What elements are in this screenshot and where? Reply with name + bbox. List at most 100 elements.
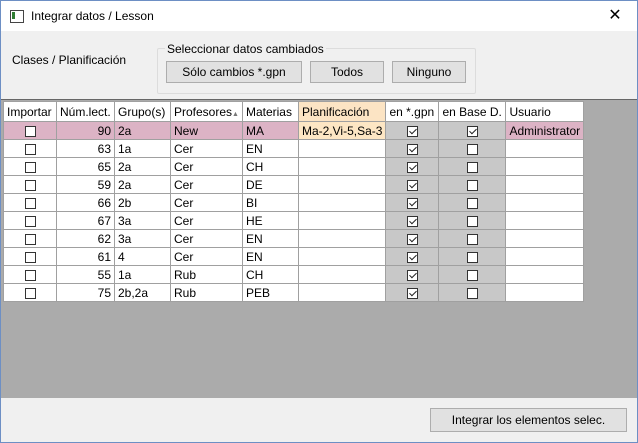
integrate-button[interactable]: Integrar los elementos selec. <box>430 408 627 432</box>
importar-checkbox[interactable] <box>24 197 36 209</box>
planificacion-cell[interactable] <box>297 265 387 284</box>
num-lect-cell[interactable]: 61 <box>56 247 115 266</box>
grupo-cell[interactable]: 1a <box>114 139 171 158</box>
data-grid[interactable]: Importar Núm.lect. Grupo(s) Profesores▲ … <box>1 99 637 398</box>
en-base-cell[interactable] <box>438 247 507 266</box>
col-num-lect[interactable]: Núm.lect. <box>56 101 115 122</box>
table-row[interactable]: 62 3a Cer EN <box>3 229 585 248</box>
col-grupos[interactable]: Grupo(s) <box>114 101 171 122</box>
importar-cell[interactable] <box>3 193 57 212</box>
num-lect-cell[interactable]: 62 <box>56 229 115 248</box>
importar-cell[interactable] <box>3 175 57 194</box>
num-lect-cell[interactable]: 66 <box>56 193 115 212</box>
grupo-cell[interactable]: 1a <box>114 265 171 284</box>
all-button[interactable]: Todos <box>310 61 384 83</box>
importar-checkbox[interactable] <box>24 161 36 173</box>
none-button[interactable]: Ninguno <box>392 61 466 83</box>
grupo-cell[interactable]: 3a <box>114 211 171 230</box>
materia-cell[interactable]: CH <box>241 157 299 176</box>
usuario-cell[interactable] <box>505 157 585 176</box>
table-row[interactable]: 66 2b Cer BI <box>3 193 585 212</box>
grupo-cell[interactable]: 3a <box>114 229 171 248</box>
col-en-base[interactable]: en Base D. <box>438 101 507 122</box>
profesor-cell[interactable]: Cer <box>170 247 243 266</box>
en-gpn-cell[interactable] <box>385 229 440 248</box>
en-gpn-cell[interactable] <box>385 211 440 230</box>
col-usuario[interactable]: Usuario <box>505 101 585 122</box>
importar-cell[interactable] <box>3 139 57 158</box>
usuario-cell[interactable] <box>505 229 585 248</box>
en-base-cell[interactable] <box>438 157 507 176</box>
en-base-cell[interactable] <box>438 265 507 284</box>
importar-checkbox[interactable] <box>24 215 36 227</box>
importar-checkbox[interactable] <box>24 251 36 263</box>
en-base-cell[interactable] <box>438 211 507 230</box>
table-row[interactable]: 90 2a New MA Ma-2,Vi-5,Sa-3 Administrator <box>3 121 585 140</box>
materia-cell[interactable]: BI <box>241 193 299 212</box>
profesor-cell[interactable]: Cer <box>170 175 243 194</box>
num-lect-cell[interactable]: 63 <box>56 139 115 158</box>
materia-cell[interactable]: DE <box>241 175 299 194</box>
importar-cell[interactable] <box>3 229 57 248</box>
profesor-cell[interactable]: Cer <box>170 157 243 176</box>
only-changes-button[interactable]: Sólo cambios *.gpn <box>166 61 302 83</box>
usuario-cell[interactable] <box>505 265 585 284</box>
grupo-cell[interactable]: 2b,2a <box>114 283 171 302</box>
materia-cell[interactable]: CH <box>241 265 299 284</box>
num-lect-cell[interactable]: 75 <box>56 283 115 302</box>
planificacion-cell[interactable] <box>297 193 387 212</box>
en-gpn-cell[interactable] <box>385 175 440 194</box>
table-row[interactable]: 59 2a Cer DE <box>3 175 585 194</box>
importar-cell[interactable] <box>3 247 57 266</box>
planificacion-cell[interactable] <box>297 229 387 248</box>
profesor-cell[interactable]: Cer <box>170 211 243 230</box>
en-gpn-cell[interactable] <box>385 265 440 284</box>
col-materias[interactable]: Materias <box>241 101 299 122</box>
table-row[interactable]: 61 4 Cer EN <box>3 247 585 266</box>
profesor-cell[interactable]: Rub <box>170 265 243 284</box>
grupo-cell[interactable]: 2a <box>114 121 171 140</box>
materia-cell[interactable]: MA <box>241 121 299 140</box>
importar-cell[interactable] <box>3 265 57 284</box>
usuario-cell[interactable] <box>505 211 585 230</box>
planificacion-cell[interactable] <box>297 211 387 230</box>
usuario-cell[interactable]: Administrator <box>505 121 585 140</box>
num-lect-cell[interactable]: 67 <box>56 211 115 230</box>
en-gpn-cell[interactable] <box>385 139 440 158</box>
grupo-cell[interactable]: 2b <box>114 193 171 212</box>
importar-checkbox[interactable] <box>24 143 36 155</box>
table-row[interactable]: 75 2b,2a Rub PEB <box>3 283 585 302</box>
profesor-cell[interactable]: Cer <box>170 229 243 248</box>
usuario-cell[interactable] <box>505 283 585 302</box>
en-base-cell[interactable] <box>438 193 507 212</box>
profesor-cell[interactable]: Cer <box>170 139 243 158</box>
col-profesores[interactable]: Profesores▲ <box>170 101 243 122</box>
usuario-cell[interactable] <box>505 247 585 266</box>
num-lect-cell[interactable]: 90 <box>56 121 115 140</box>
en-base-cell[interactable] <box>438 175 507 194</box>
col-en-gpn[interactable]: en *.gpn <box>385 101 440 122</box>
en-base-cell[interactable] <box>438 229 507 248</box>
importar-checkbox[interactable] <box>24 269 36 281</box>
usuario-cell[interactable] <box>505 175 585 194</box>
grupo-cell[interactable]: 4 <box>114 247 171 266</box>
grupo-cell[interactable]: 2a <box>114 157 171 176</box>
en-base-cell[interactable] <box>438 283 507 302</box>
en-gpn-cell[interactable] <box>385 283 440 302</box>
importar-cell[interactable] <box>3 283 57 302</box>
col-planificacion[interactable]: Planificación <box>297 101 387 122</box>
planificacion-cell[interactable] <box>297 139 387 158</box>
num-lect-cell[interactable]: 59 <box>56 175 115 194</box>
importar-cell[interactable] <box>3 211 57 230</box>
importar-checkbox[interactable] <box>24 233 36 245</box>
num-lect-cell[interactable]: 65 <box>56 157 115 176</box>
materia-cell[interactable]: EN <box>241 247 299 266</box>
materia-cell[interactable]: EN <box>241 139 299 158</box>
materia-cell[interactable]: HE <box>241 211 299 230</box>
planificacion-cell[interactable]: Ma-2,Vi-5,Sa-3 <box>297 121 387 140</box>
table-row[interactable]: 55 1a Rub CH <box>3 265 585 284</box>
importar-cell[interactable] <box>3 121 57 140</box>
table-row[interactable]: 63 1a Cer EN <box>3 139 585 158</box>
table-row[interactable]: 67 3a Cer HE <box>3 211 585 230</box>
planificacion-cell[interactable] <box>297 283 387 302</box>
